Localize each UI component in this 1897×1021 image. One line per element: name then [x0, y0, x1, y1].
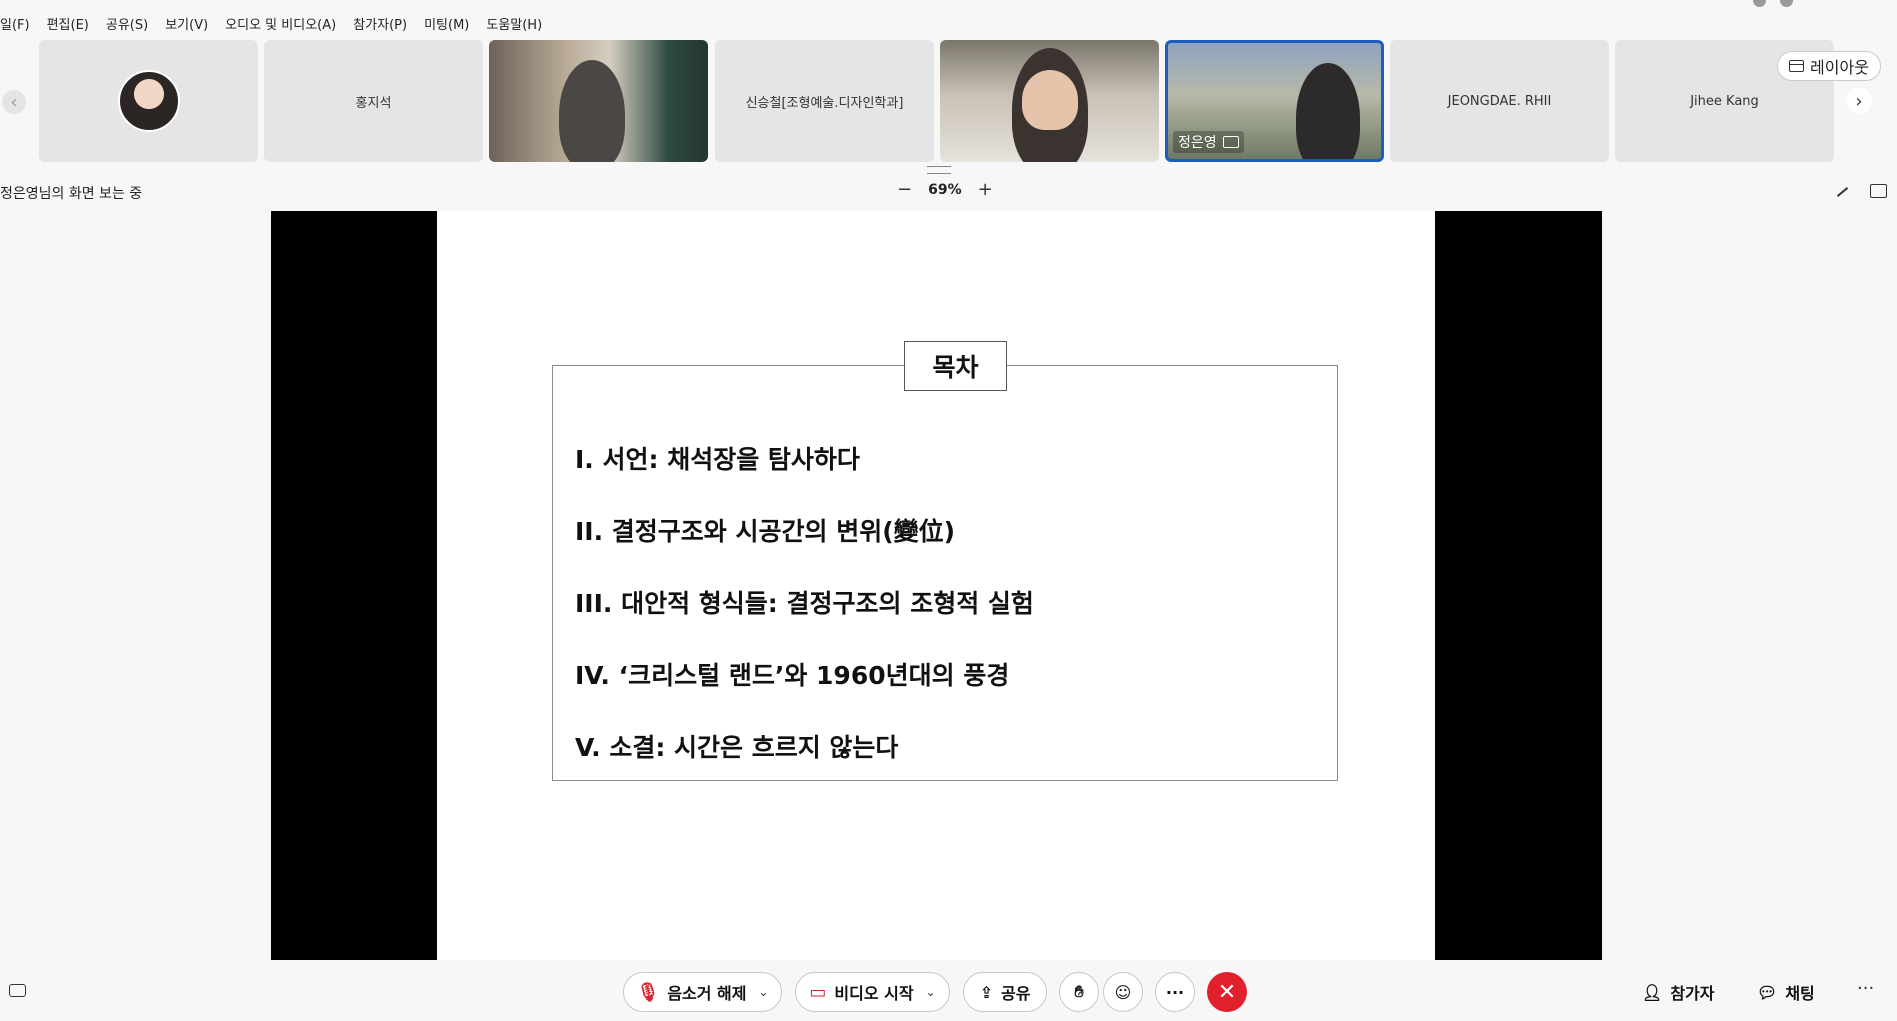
video-off-icon: ▭	[809, 981, 827, 1003]
participants-button[interactable]: 👤︎ 참가자	[1642, 980, 1714, 1004]
chat-button[interactable]: 💬︎ 채팅	[1757, 980, 1815, 1004]
menu-bar: 일(F) 편집(E) 공유(S) 보기(V) 오디오 및 비디오(A) 참가자(…	[0, 14, 542, 34]
zoom-out-button[interactable]: −	[897, 181, 912, 199]
resize-handle-icon[interactable]	[927, 166, 951, 174]
presentation-slide: 목차 I. 서언: 채석장을 탐사하다 II. 결정구조와 시공간의 변위(變位…	[437, 211, 1435, 960]
participant-name: JEONGDAE. RHII	[1447, 93, 1552, 109]
menu-edit[interactable]: 편집(E)	[47, 14, 89, 34]
toc-item: IV. ‘크리스털 랜드’와 1960년대의 풍경	[575, 661, 1010, 690]
sharing-icon	[1222, 136, 1239, 148]
zoom-level: 69%	[928, 182, 962, 198]
participant-tile[interactable]: JEONGDAE. RHII	[1390, 40, 1609, 162]
hand-icon: ✋︎	[1074, 982, 1084, 1001]
participant-name: Jihee Kang	[1690, 93, 1759, 109]
chat-bubble-icon: 💬︎	[1757, 982, 1778, 1002]
chevron-down-icon[interactable]: ⌄	[926, 985, 936, 999]
participant-name: 홍지석	[355, 95, 392, 111]
popout-icon[interactable]	[1870, 184, 1887, 198]
window-minimize-icon[interactable]	[1753, 0, 1766, 7]
more-options-button[interactable]: ···	[1155, 972, 1195, 1012]
annotate-icon[interactable]	[1834, 184, 1850, 198]
toc-item: V. 소결: 시간은 흐르지 않는다	[575, 733, 899, 762]
menu-help[interactable]: 도움말(H)	[486, 14, 542, 34]
zoom-in-button[interactable]: +	[978, 181, 993, 199]
unmute-label: 음소거 해제	[667, 984, 747, 1003]
unmute-button[interactable]: 🎙︎ 음소거 해제 ⌄	[623, 972, 782, 1012]
chevron-down-icon[interactable]: ⌄	[758, 985, 768, 999]
share-icon: ⇪	[979, 982, 993, 1002]
participant-face	[1022, 70, 1078, 130]
toc-item: III. 대안적 형식들: 결정구조의 조형적 실험	[575, 589, 1034, 618]
participant-video-tile[interactable]	[489, 40, 708, 162]
zoom-control: − 69% +	[897, 181, 993, 199]
participant-name: 정은영	[1178, 135, 1217, 151]
participants-label: 참가자	[1670, 984, 1715, 1003]
share-label: 공유	[1000, 984, 1031, 1003]
menu-participants[interactable]: 참가자(P)	[353, 14, 407, 34]
person-icon: 👤︎	[1642, 982, 1663, 1002]
participant-video-tile[interactable]	[940, 40, 1159, 162]
avatar	[117, 70, 180, 132]
participant-video	[1296, 63, 1360, 159]
menu-share[interactable]: 공유(S)	[106, 14, 148, 34]
chevron-left-icon: ‹	[10, 91, 18, 113]
active-speaker-tag: 정은영	[1173, 131, 1244, 153]
toc-item: II. 결정구조와 시공간의 변위(變位)	[575, 517, 956, 546]
toc-item: I. 서언: 채석장을 탐사하다	[575, 445, 860, 474]
menu-view[interactable]: 보기(V)	[165, 14, 208, 34]
share-status-label: 정은영님의 화면 보는 중	[0, 186, 143, 202]
more-icon: ···	[1165, 982, 1185, 1002]
participant-video-tile-active[interactable]: 정은영	[1165, 40, 1384, 162]
layout-button-label: 레이아웃	[1810, 58, 1869, 77]
start-video-button[interactable]: ▭ 비디오 시작 ⌄	[795, 972, 950, 1012]
toc-frame	[552, 365, 1338, 781]
toc-title: 목차	[904, 341, 1007, 391]
start-video-label: 비디오 시작	[834, 984, 914, 1003]
reactions-button[interactable]: ☺	[1103, 972, 1143, 1012]
close-icon: ✕	[1217, 979, 1237, 1005]
toolbar-overflow-button[interactable]: ···	[1857, 978, 1874, 999]
menu-meeting[interactable]: 미팅(M)	[424, 14, 469, 34]
menu-file[interactable]: 일(F)	[0, 14, 30, 34]
layout-button[interactable]: 레이아웃	[1777, 51, 1881, 81]
participant-name: 신승철[조형예술.디자인학과]	[745, 95, 904, 111]
participant-tile[interactable]: 홍지석	[264, 40, 483, 162]
chat-label: 채팅	[1785, 984, 1815, 1003]
meeting-toolbar: 🎙︎ 음소거 해제 ⌄ ▭ 비디오 시작 ⌄ ⇪ 공유 ✋︎ ☺ ··· ✕ 👤…	[0, 960, 1897, 1021]
chevron-right-icon: ›	[1855, 90, 1863, 112]
participant-tile[interactable]: 신승철[조형예술.디자인학과]	[715, 40, 934, 162]
window-controls	[1753, 0, 1793, 7]
emoji-icon: ☺	[1114, 982, 1132, 1002]
share-view-controls	[1834, 184, 1887, 198]
share-button[interactable]: ⇪ 공유	[963, 972, 1047, 1012]
mic-off-icon: 🎙︎	[636, 981, 660, 1003]
shared-screen: 목차 I. 서언: 채석장을 탐사하다 II. 결정구조와 시공간의 변위(變位…	[271, 211, 1602, 960]
raise-hand-button[interactable]: ✋︎	[1059, 972, 1099, 1012]
menu-audio-video[interactable]: 오디오 및 비디오(A)	[225, 14, 336, 34]
layout-icon	[1789, 60, 1805, 72]
captions-icon[interactable]	[9, 984, 26, 997]
strip-next-button[interactable]: ›	[1846, 88, 1872, 114]
leave-meeting-button[interactable]: ✕	[1207, 972, 1247, 1012]
strip-prev-button[interactable]: ‹	[2, 90, 26, 114]
participant-video	[559, 60, 625, 162]
participant-tile[interactable]	[39, 40, 258, 162]
window-close-icon[interactable]	[1780, 0, 1793, 7]
